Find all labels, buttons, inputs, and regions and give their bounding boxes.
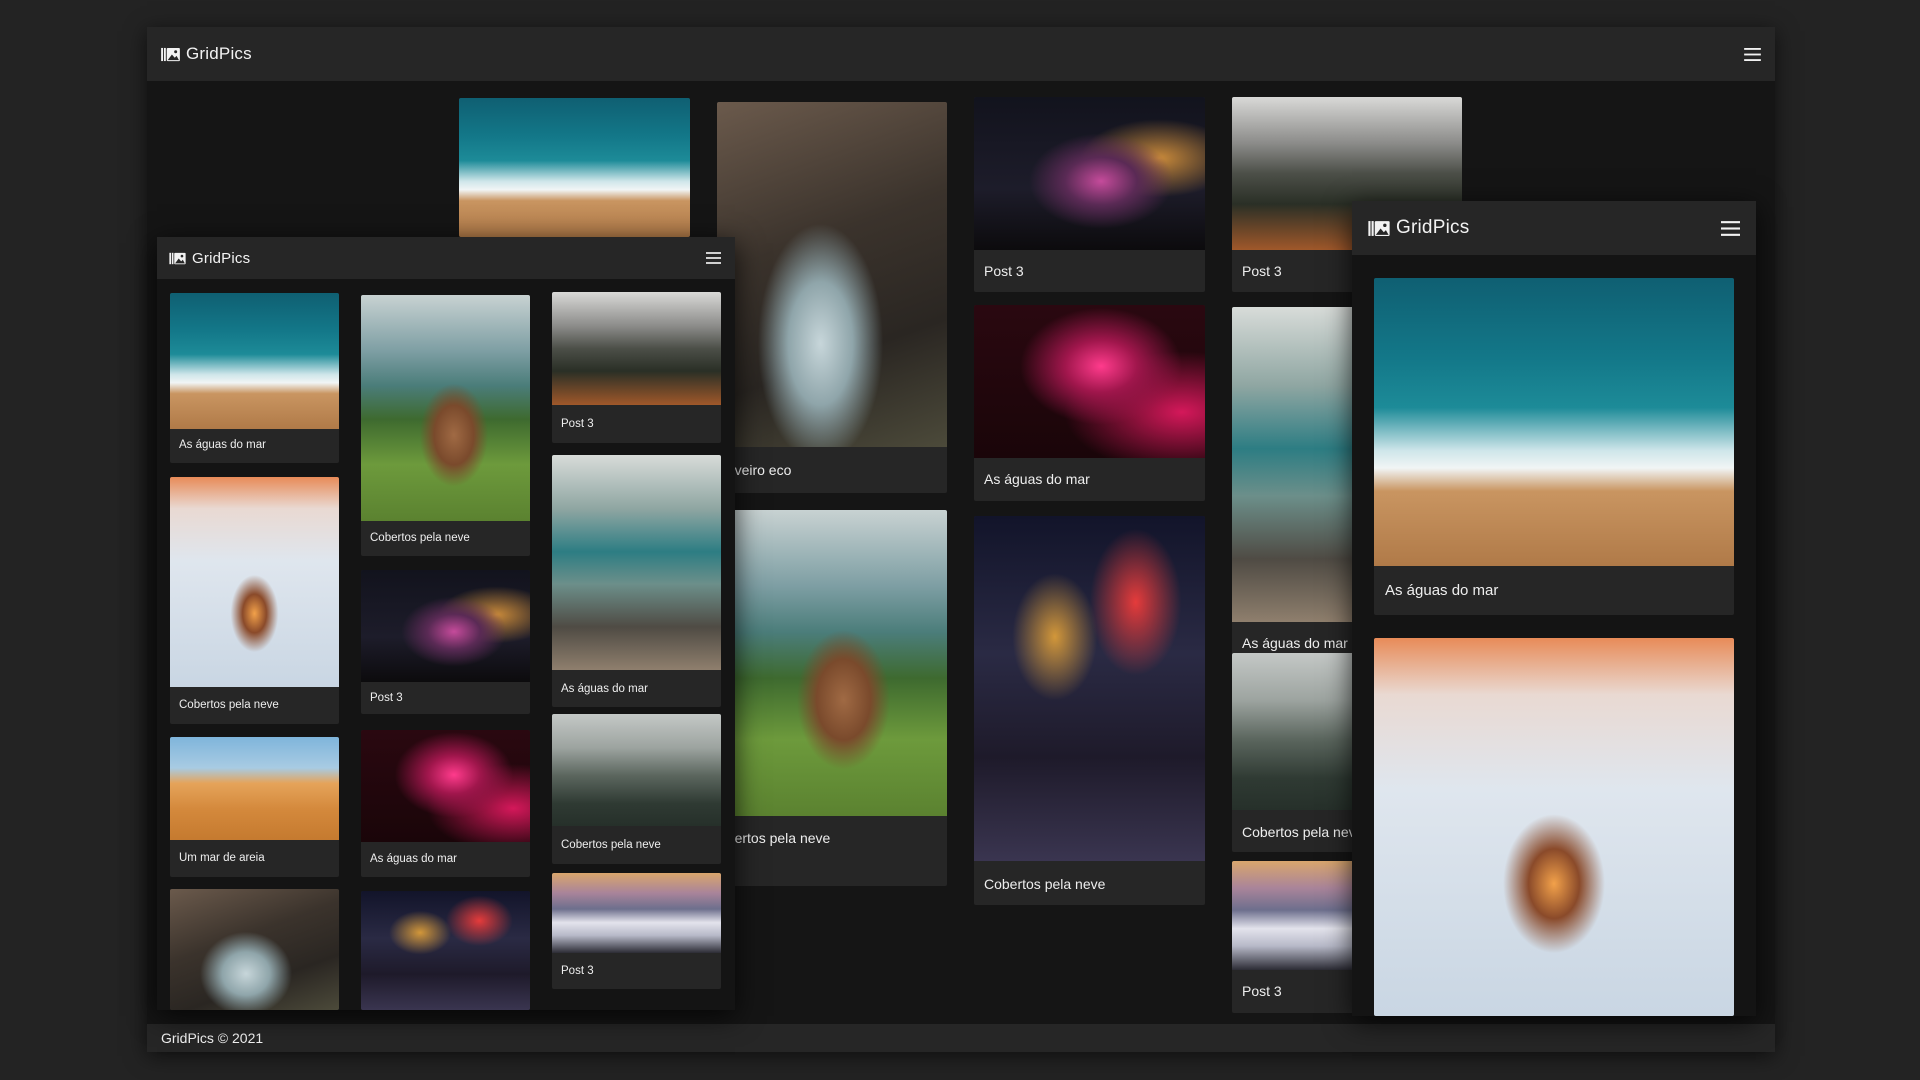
brand[interactable]: GridPics <box>169 250 250 267</box>
grid-card[interactable] <box>1374 638 1734 1016</box>
grid-card[interactable]: huveiro eco <box>717 102 947 493</box>
cow-image <box>717 510 947 816</box>
grid-card[interactable] <box>361 891 530 1010</box>
card-caption: As águas do mar <box>179 439 266 451</box>
card-caption: Um mar de areia <box>179 852 265 864</box>
city-night-image <box>361 891 530 1010</box>
gallery-logo-icon <box>161 47 180 62</box>
ocean-waves-image <box>459 98 690 237</box>
gallery-logo-icon <box>1368 220 1390 237</box>
card-caption: As águas do mar <box>1385 582 1499 599</box>
card-caption: As águas do mar <box>1242 635 1348 651</box>
mountain-lake-image <box>552 455 721 670</box>
tablet-preview-panel: GridPics As águas do mar <box>1352 201 1756 1016</box>
grid-card[interactable]: As águas do mar <box>170 293 339 463</box>
grid-card[interactable] <box>170 889 339 1010</box>
panel-navbar: GridPics <box>1352 201 1756 255</box>
grid-card[interactable]: Post 3 <box>974 97 1205 292</box>
grid-card[interactable]: As águas do mar <box>552 455 721 707</box>
card-caption: Post 3 <box>984 263 1024 279</box>
cow-image <box>361 295 530 521</box>
city-night-image <box>974 516 1205 861</box>
card-caption: Cobertos pela neve <box>1242 824 1364 840</box>
brand[interactable]: GridPics <box>1368 217 1469 239</box>
grid-card[interactable]: Post 3 <box>552 873 721 989</box>
brand-name: GridPics <box>192 249 251 267</box>
grid-card[interactable]: Post 3 <box>361 570 530 714</box>
snow-cabin-image <box>1374 638 1734 1016</box>
mountain-forest-image <box>552 292 721 405</box>
sea-of-clouds-image <box>552 873 721 953</box>
gallery-logo-icon <box>169 252 186 265</box>
card-caption: As águas do mar <box>370 853 457 865</box>
card-caption: Post 3 <box>1242 263 1282 279</box>
grid-card[interactable]: Cobertos pela neve <box>361 295 530 556</box>
panel-navbar: GridPics <box>157 237 735 279</box>
neon-sign-image <box>974 305 1205 458</box>
footer-text: GridPics © 2021 <box>161 1030 264 1046</box>
grid-card[interactable]: As águas do mar <box>1374 278 1734 615</box>
hamburger-menu-icon[interactable] <box>1744 48 1761 61</box>
grid-card[interactable]: Post 3 <box>552 292 721 443</box>
neon-sign-image <box>361 730 530 842</box>
grid-card[interactable]: Um mar de areia <box>170 737 339 877</box>
ocean-waves-image <box>170 293 339 429</box>
card-caption: Post 3 <box>561 965 594 977</box>
card-caption: Cobertos pela neve <box>984 876 1106 892</box>
milky-way-image <box>361 570 530 682</box>
card-caption: Cobertos pela neve <box>561 839 661 851</box>
brand-name: GridPics <box>1396 217 1470 238</box>
grid-card[interactable]: As águas do mar <box>974 305 1205 501</box>
footer: GridPics © 2021 <box>147 1024 1775 1052</box>
top-navbar: GridPics <box>147 27 1775 81</box>
waterfall-image <box>717 102 947 447</box>
card-caption: Cobertos pela neve <box>370 532 470 544</box>
ocean-waves-image <box>1374 278 1734 566</box>
card-caption: Cobertos pela neve <box>179 699 279 711</box>
milky-way-image <box>974 97 1205 250</box>
hamburger-menu-icon[interactable] <box>706 252 721 264</box>
card-caption: As águas do mar <box>561 683 648 695</box>
desert-dunes-image <box>170 737 339 840</box>
card-caption: obertos pela neve <box>719 830 831 846</box>
grid-card[interactable]: As águas do mar <box>361 730 530 877</box>
card-caption: Post 3 <box>561 418 594 430</box>
snow-cabin-image <box>170 477 339 687</box>
grid-card[interactable]: obertos pela neve <box>717 510 947 886</box>
brand[interactable]: GridPics <box>161 44 252 64</box>
hamburger-menu-icon[interactable] <box>1721 221 1740 236</box>
foggy-forest-image <box>552 714 721 826</box>
card-caption: Post 3 <box>370 692 403 704</box>
mobile-preview-panel: GridPics As águas do mar Cobertos pela n… <box>157 237 735 1010</box>
card-caption: As águas do mar <box>984 471 1090 487</box>
card-caption: Post 3 <box>1242 983 1282 999</box>
waterfall-image <box>170 889 339 1010</box>
brand-name: GridPics <box>186 44 252 63</box>
grid-card[interactable]: Cobertos pela neve <box>170 477 339 724</box>
grid-card[interactable]: Cobertos pela neve <box>974 516 1205 905</box>
grid-card[interactable] <box>459 98 690 237</box>
grid-card[interactable]: Cobertos pela neve <box>552 714 721 864</box>
